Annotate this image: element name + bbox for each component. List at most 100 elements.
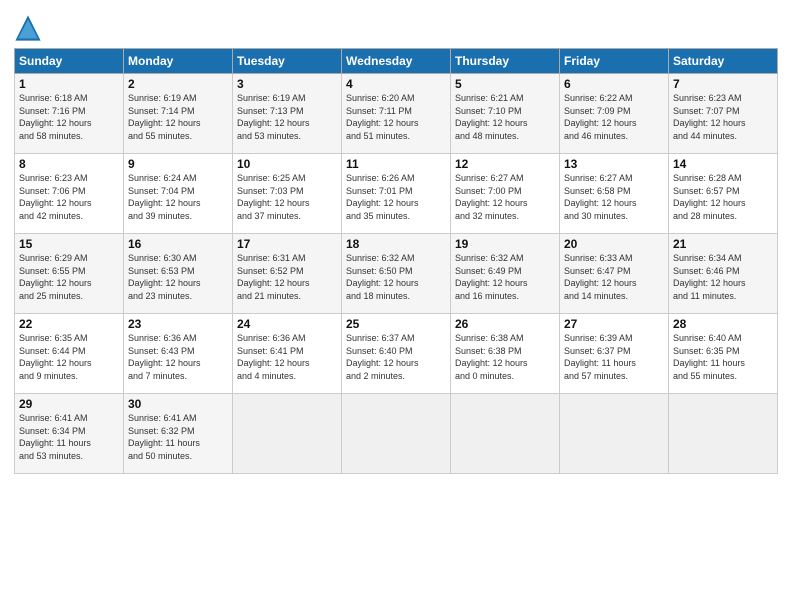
calendar-cell: 15Sunrise: 6:29 AMSunset: 6:55 PMDayligh… xyxy=(15,234,124,314)
calendar-cell: 10Sunrise: 6:25 AMSunset: 7:03 PMDayligh… xyxy=(233,154,342,234)
day-number: 25 xyxy=(346,317,446,331)
day-info: Sunrise: 6:32 AMSunset: 6:50 PMDaylight:… xyxy=(346,252,446,302)
day-number: 2 xyxy=(128,77,228,91)
calendar-cell: 16Sunrise: 6:30 AMSunset: 6:53 PMDayligh… xyxy=(124,234,233,314)
calendar-cell: 18Sunrise: 6:32 AMSunset: 6:50 PMDayligh… xyxy=(342,234,451,314)
day-number: 17 xyxy=(237,237,337,251)
calendar-cell: 12Sunrise: 6:27 AMSunset: 7:00 PMDayligh… xyxy=(451,154,560,234)
day-info: Sunrise: 6:27 AMSunset: 7:00 PMDaylight:… xyxy=(455,172,555,222)
day-number: 16 xyxy=(128,237,228,251)
day-info: Sunrise: 6:29 AMSunset: 6:55 PMDaylight:… xyxy=(19,252,119,302)
day-info: Sunrise: 6:32 AMSunset: 6:49 PMDaylight:… xyxy=(455,252,555,302)
day-number: 4 xyxy=(346,77,446,91)
calendar-cell xyxy=(342,394,451,474)
day-info: Sunrise: 6:23 AMSunset: 7:07 PMDaylight:… xyxy=(673,92,773,142)
weekday-header: Thursday xyxy=(451,49,560,74)
page-container: SundayMondayTuesdayWednesdayThursdayFrid… xyxy=(0,0,792,482)
calendar-cell: 28Sunrise: 6:40 AMSunset: 6:35 PMDayligh… xyxy=(669,314,778,394)
day-number: 14 xyxy=(673,157,773,171)
day-number: 11 xyxy=(346,157,446,171)
calendar-cell: 2Sunrise: 6:19 AMSunset: 7:14 PMDaylight… xyxy=(124,74,233,154)
day-number: 19 xyxy=(455,237,555,251)
day-number: 7 xyxy=(673,77,773,91)
calendar-cell: 19Sunrise: 6:32 AMSunset: 6:49 PMDayligh… xyxy=(451,234,560,314)
day-number: 29 xyxy=(19,397,119,411)
day-info: Sunrise: 6:21 AMSunset: 7:10 PMDaylight:… xyxy=(455,92,555,142)
day-number: 30 xyxy=(128,397,228,411)
day-info: Sunrise: 6:35 AMSunset: 6:44 PMDaylight:… xyxy=(19,332,119,382)
day-info: Sunrise: 6:39 AMSunset: 6:37 PMDaylight:… xyxy=(564,332,664,382)
day-info: Sunrise: 6:19 AMSunset: 7:14 PMDaylight:… xyxy=(128,92,228,142)
calendar-cell: 3Sunrise: 6:19 AMSunset: 7:13 PMDaylight… xyxy=(233,74,342,154)
calendar-cell: 21Sunrise: 6:34 AMSunset: 6:46 PMDayligh… xyxy=(669,234,778,314)
day-number: 1 xyxy=(19,77,119,91)
day-info: Sunrise: 6:36 AMSunset: 6:41 PMDaylight:… xyxy=(237,332,337,382)
day-info: Sunrise: 6:38 AMSunset: 6:38 PMDaylight:… xyxy=(455,332,555,382)
calendar-body: 1Sunrise: 6:18 AMSunset: 7:16 PMDaylight… xyxy=(15,74,778,474)
calendar-cell: 6Sunrise: 6:22 AMSunset: 7:09 PMDaylight… xyxy=(560,74,669,154)
day-number: 6 xyxy=(564,77,664,91)
day-number: 10 xyxy=(237,157,337,171)
day-number: 5 xyxy=(455,77,555,91)
weekday-header: Saturday xyxy=(669,49,778,74)
day-number: 22 xyxy=(19,317,119,331)
day-info: Sunrise: 6:30 AMSunset: 6:53 PMDaylight:… xyxy=(128,252,228,302)
day-info: Sunrise: 6:26 AMSunset: 7:01 PMDaylight:… xyxy=(346,172,446,222)
calendar-cell xyxy=(233,394,342,474)
day-info: Sunrise: 6:27 AMSunset: 6:58 PMDaylight:… xyxy=(564,172,664,222)
calendar-cell: 23Sunrise: 6:36 AMSunset: 6:43 PMDayligh… xyxy=(124,314,233,394)
day-info: Sunrise: 6:28 AMSunset: 6:57 PMDaylight:… xyxy=(673,172,773,222)
calendar-header: SundayMondayTuesdayWednesdayThursdayFrid… xyxy=(15,49,778,74)
day-number: 12 xyxy=(455,157,555,171)
day-number: 24 xyxy=(237,317,337,331)
day-info: Sunrise: 6:24 AMSunset: 7:04 PMDaylight:… xyxy=(128,172,228,222)
weekday-header: Monday xyxy=(124,49,233,74)
day-number: 28 xyxy=(673,317,773,331)
day-info: Sunrise: 6:36 AMSunset: 6:43 PMDaylight:… xyxy=(128,332,228,382)
calendar-cell: 14Sunrise: 6:28 AMSunset: 6:57 PMDayligh… xyxy=(669,154,778,234)
day-number: 18 xyxy=(346,237,446,251)
day-number: 3 xyxy=(237,77,337,91)
day-number: 9 xyxy=(128,157,228,171)
day-number: 8 xyxy=(19,157,119,171)
calendar-cell: 25Sunrise: 6:37 AMSunset: 6:40 PMDayligh… xyxy=(342,314,451,394)
day-number: 27 xyxy=(564,317,664,331)
day-info: Sunrise: 6:31 AMSunset: 6:52 PMDaylight:… xyxy=(237,252,337,302)
calendar-cell: 20Sunrise: 6:33 AMSunset: 6:47 PMDayligh… xyxy=(560,234,669,314)
day-info: Sunrise: 6:37 AMSunset: 6:40 PMDaylight:… xyxy=(346,332,446,382)
day-number: 23 xyxy=(128,317,228,331)
day-info: Sunrise: 6:41 AMSunset: 6:34 PMDaylight:… xyxy=(19,412,119,462)
weekday-header: Sunday xyxy=(15,49,124,74)
calendar-cell: 30Sunrise: 6:41 AMSunset: 6:32 PMDayligh… xyxy=(124,394,233,474)
calendar-cell: 17Sunrise: 6:31 AMSunset: 6:52 PMDayligh… xyxy=(233,234,342,314)
day-info: Sunrise: 6:22 AMSunset: 7:09 PMDaylight:… xyxy=(564,92,664,142)
day-info: Sunrise: 6:20 AMSunset: 7:11 PMDaylight:… xyxy=(346,92,446,142)
day-info: Sunrise: 6:41 AMSunset: 6:32 PMDaylight:… xyxy=(128,412,228,462)
calendar-cell: 13Sunrise: 6:27 AMSunset: 6:58 PMDayligh… xyxy=(560,154,669,234)
logo-icon xyxy=(14,14,42,42)
calendar-cell: 1Sunrise: 6:18 AMSunset: 7:16 PMDaylight… xyxy=(15,74,124,154)
weekday-header: Tuesday xyxy=(233,49,342,74)
weekday-header: Wednesday xyxy=(342,49,451,74)
page-header xyxy=(14,10,778,42)
calendar-cell: 22Sunrise: 6:35 AMSunset: 6:44 PMDayligh… xyxy=(15,314,124,394)
calendar-cell: 26Sunrise: 6:38 AMSunset: 6:38 PMDayligh… xyxy=(451,314,560,394)
calendar-cell: 27Sunrise: 6:39 AMSunset: 6:37 PMDayligh… xyxy=(560,314,669,394)
weekday-header: Friday xyxy=(560,49,669,74)
calendar-cell: 5Sunrise: 6:21 AMSunset: 7:10 PMDaylight… xyxy=(451,74,560,154)
logo xyxy=(14,14,44,42)
day-info: Sunrise: 6:33 AMSunset: 6:47 PMDaylight:… xyxy=(564,252,664,302)
calendar-cell: 11Sunrise: 6:26 AMSunset: 7:01 PMDayligh… xyxy=(342,154,451,234)
calendar-cell: 8Sunrise: 6:23 AMSunset: 7:06 PMDaylight… xyxy=(15,154,124,234)
calendar-cell: 7Sunrise: 6:23 AMSunset: 7:07 PMDaylight… xyxy=(669,74,778,154)
day-number: 26 xyxy=(455,317,555,331)
day-info: Sunrise: 6:18 AMSunset: 7:16 PMDaylight:… xyxy=(19,92,119,142)
calendar-cell xyxy=(451,394,560,474)
day-number: 13 xyxy=(564,157,664,171)
calendar-cell: 9Sunrise: 6:24 AMSunset: 7:04 PMDaylight… xyxy=(124,154,233,234)
day-info: Sunrise: 6:40 AMSunset: 6:35 PMDaylight:… xyxy=(673,332,773,382)
calendar-table: SundayMondayTuesdayWednesdayThursdayFrid… xyxy=(14,48,778,474)
day-number: 21 xyxy=(673,237,773,251)
calendar-cell xyxy=(560,394,669,474)
day-info: Sunrise: 6:19 AMSunset: 7:13 PMDaylight:… xyxy=(237,92,337,142)
